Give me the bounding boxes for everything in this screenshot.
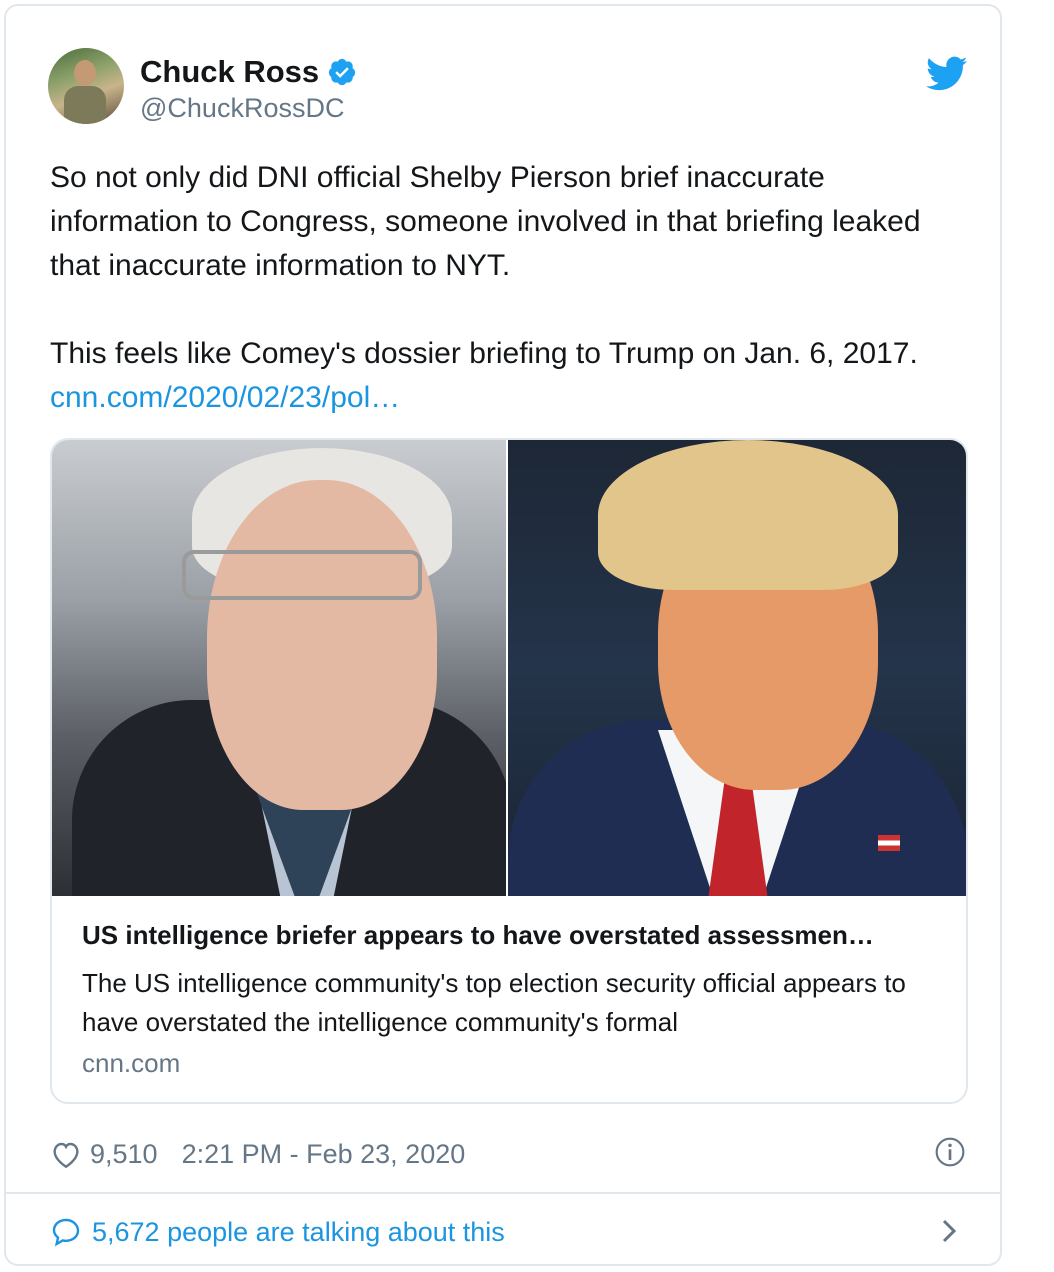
author-handle[interactable]: @ChuckRossDC <box>140 93 344 124</box>
twitter-bird-icon[interactable] <box>926 56 968 92</box>
link-card-description: The US intelligence community's top elec… <box>82 968 906 1037</box>
link-preview-card[interactable]: US intelligence briefer appears to have … <box>50 438 968 1104</box>
card-photo-left <box>52 440 506 896</box>
link-card-image[interactable] <box>52 440 966 896</box>
tweet-meta-row: 9,510 2:21 PM - Feb 23, 2020 <box>50 1134 970 1174</box>
tweet-paragraph-1: So not only did DNI official Shelby Pier… <box>50 161 921 282</box>
author-display-name[interactable]: Chuck Ross <box>140 54 319 90</box>
tweet-paragraph-2: This feels like Comey's dossier briefing… <box>50 332 950 420</box>
author-name-row[interactable]: Chuck Ross <box>140 54 357 90</box>
heart-icon[interactable] <box>50 1139 82 1169</box>
avatar[interactable] <box>48 48 124 124</box>
conversation-link[interactable]: 5,672 people are talking about this <box>50 1212 960 1252</box>
link-card-domain: cnn.com <box>82 1048 181 1078</box>
tweet-paragraph-2-text: This feels like Comey's dossier briefing… <box>50 337 918 370</box>
info-icon[interactable] <box>934 1136 966 1168</box>
speech-bubble-icon <box>52 1218 80 1247</box>
card-photo-right <box>508 440 966 896</box>
tweet-timestamp[interactable]: 2:21 PM - Feb 23, 2020 <box>182 1139 466 1170</box>
tweet-text: So not only did DNI official Shelby Pier… <box>50 156 950 420</box>
conversation-label[interactable]: 5,672 people are talking about this <box>92 1217 505 1248</box>
chevron-right-icon[interactable] <box>938 1216 960 1246</box>
like-count[interactable]: 9,510 <box>90 1139 158 1170</box>
link-card-title[interactable]: US intelligence briefer appears to have … <box>82 920 942 951</box>
divider <box>6 1192 1000 1194</box>
tweet-link[interactable]: cnn.com/2020/02/23/pol… <box>50 381 400 414</box>
verified-badge-icon <box>329 58 356 86</box>
tweet-card: Chuck Ross @ChuckRossDC So not only did … <box>4 4 1002 1266</box>
